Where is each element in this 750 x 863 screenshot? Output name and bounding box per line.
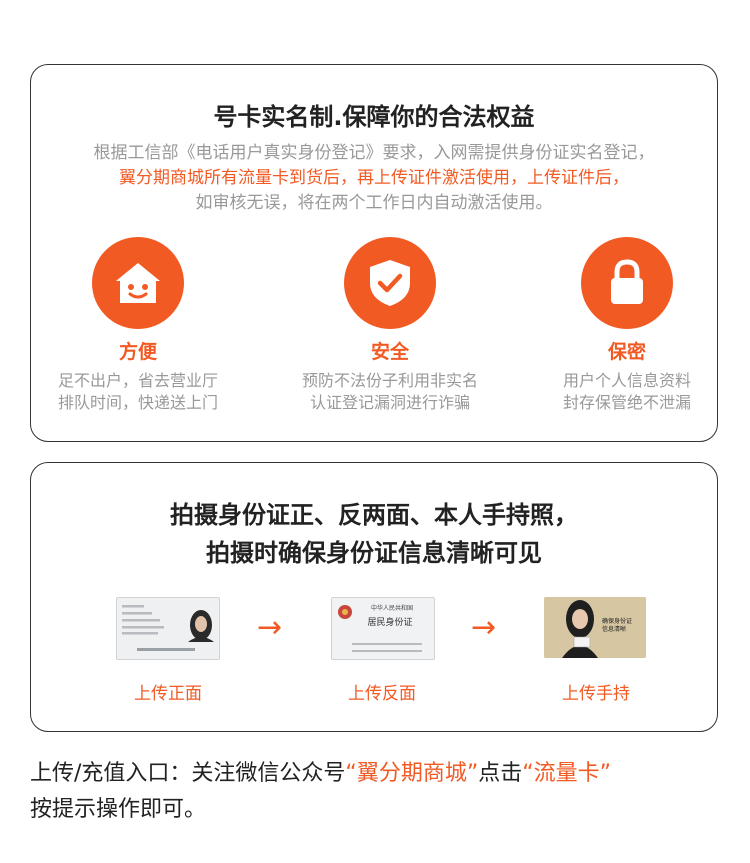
feature-desc: 预防不法份子利用非实名 认证登记漏洞进行诈骗 xyxy=(301,371,478,412)
card-title: 号卡实名制.保障你的合法权益 xyxy=(213,103,535,131)
shield-check-icon xyxy=(344,237,436,329)
desc-line-2-highlight: 翼分期商城所有流量卡到货后，再上传证件激活使用，上传证件后， xyxy=(119,168,629,188)
desc-line-3: 如审核无误，将在两个工作日内自动激活使用。 xyxy=(195,193,553,213)
feature-private: 保密 用户个人信息资料 封存保管绝不泄漏 xyxy=(517,237,737,414)
id-card-name-text: 居民身份证 xyxy=(367,616,412,628)
feature-desc: 用户个人信息资料 封存保管绝不泄漏 xyxy=(562,371,691,412)
footer-highlight-menu: “流量卡” xyxy=(522,761,612,786)
feature-title: 安全 xyxy=(370,341,409,363)
feature-convenient: 方便 足不出户，省去营业厅 排队时间，快递送上门 xyxy=(28,237,248,414)
caption-upload-hand-held: 上传手持 xyxy=(562,684,630,704)
footer-middle: 点击 xyxy=(478,761,523,786)
caption-upload-back: 上传反面 xyxy=(348,684,416,704)
instruction-title-line-2: 拍摄时确保身份证信息清晰可见 xyxy=(206,539,542,567)
lock-icon xyxy=(581,237,673,329)
feature-title: 方便 xyxy=(118,341,157,363)
arrow-right-icon: → xyxy=(471,610,497,645)
footer-prefix: 上传/充值入口：关注微信公众号 xyxy=(30,761,346,786)
hold-note-line-2: 信息清晰 xyxy=(602,625,626,633)
desc-line-1: 根据工信部《电话用户真实身份登记》要求，入网需提供身份证实名登记， xyxy=(93,143,655,163)
real-name-info-card: 号卡实名制.保障你的合法权益 根据工信部《电话用户真实身份登记》要求，入网需提供… xyxy=(30,64,718,442)
hold-note-line-1: 确保身份证 xyxy=(602,617,632,625)
instruction-title-line-1: 拍摄身份证正、反两面、本人手持照， xyxy=(170,501,578,529)
id-country-text: 中华人民共和国 xyxy=(371,604,413,612)
arrow-right-icon: → xyxy=(257,610,283,645)
house-icon xyxy=(92,237,184,329)
caption-upload-front: 上传正面 xyxy=(134,684,202,704)
photo-instructions-card: 拍摄身份证正、反两面、本人手持照， 拍摄时确保身份证信息清晰可见 → 中华人民共… xyxy=(30,462,718,732)
feature-desc: 足不出户，省去营业厅 排队时间，快递送上门 xyxy=(57,371,218,412)
footer-highlight-account: “翼分期商城” xyxy=(345,761,479,786)
upload-entry-note: 上传/充值入口：关注微信公众号“翼分期商城”点击“流量卡” 按提示操作即可。 xyxy=(30,756,730,828)
id-card-front-image xyxy=(116,597,220,660)
id-card-back-image: 中华人民共和国 居民身份证 xyxy=(331,597,435,660)
hand-held-id-image: 确保身份证 信息清晰 xyxy=(544,597,646,658)
card-description: 根据工信部《电话用户真实身份登记》要求，入网需提供身份证实名登记， 翼分期商城所… xyxy=(31,141,717,216)
footer-suffix: 按提示操作即可。 xyxy=(30,797,207,822)
feature-title: 保密 xyxy=(607,341,646,363)
feature-safe: 安全 预防不法份子利用非实名 认证登记漏洞进行诈骗 xyxy=(280,237,500,414)
